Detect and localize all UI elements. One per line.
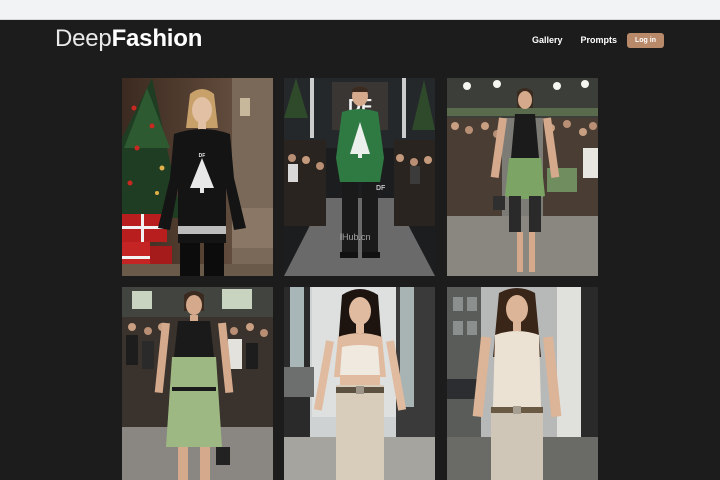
page: DeepFashion Gallery Prompts Log in DF DF…	[0, 20, 720, 480]
login-button[interactable]: Log in	[627, 32, 664, 48]
gallery-card[interactable]: DF	[284, 78, 435, 276]
logo-light-text: Deep	[55, 25, 112, 52]
gallery-card[interactable]	[447, 287, 598, 480]
top-nav: Gallery Prompts Log in	[532, 32, 664, 48]
nav-gallery-link[interactable]: Gallery	[532, 35, 563, 45]
sweater-logo-text: DF	[199, 153, 206, 159]
gallery-card[interactable]	[284, 287, 435, 480]
gallery-image: DF	[284, 78, 435, 276]
gallery-grid: DF DF lHub.cn	[122, 78, 598, 480]
gallery-image	[447, 78, 598, 276]
gallery-card[interactable]: DF	[122, 78, 273, 276]
gallery-image: DF	[122, 78, 273, 276]
watermark-text: lHub.cn	[340, 232, 371, 242]
gallery-image	[122, 287, 273, 480]
site-logo[interactable]: DeepFashion	[55, 24, 202, 54]
gallery-card[interactable]	[122, 287, 273, 480]
gallery-image	[447, 287, 598, 480]
gallery-image	[284, 287, 435, 480]
browser-toolbar	[0, 0, 720, 20]
gallery-card[interactable]	[447, 78, 598, 276]
svg-text:DF: DF	[376, 185, 386, 192]
nav-prompts-link[interactable]: Prompts	[580, 35, 617, 45]
logo-bold-text: Fashion	[111, 25, 203, 52]
